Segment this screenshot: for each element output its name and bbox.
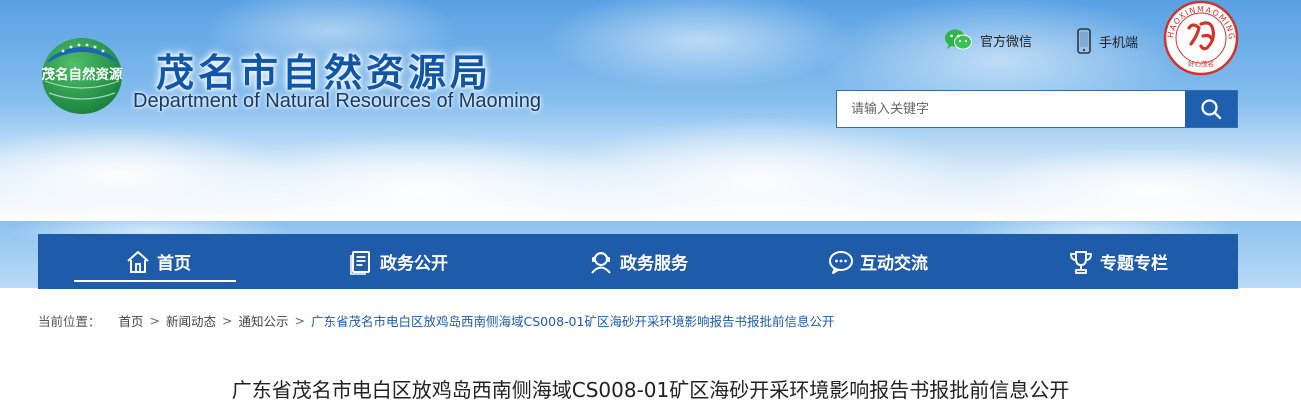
breadcrumb-label: 当前位置： [38, 314, 101, 329]
nav-label-government-affairs-public: 政务公开 [380, 254, 448, 274]
wechat-icon [945, 29, 972, 50]
search-button[interactable] [1185, 91, 1237, 127]
breadcrumb-separator: > [294, 313, 306, 328]
nav-item-government-affairs-public[interactable]: 政务公开 [278, 234, 518, 289]
mobile-link[interactable]: 手机端 [1077, 28, 1138, 54]
department-emblem-logo[interactable]: 茂名自然资源 [41, 37, 123, 115]
wechat-label: 官方微信 [980, 34, 1033, 50]
trophy-icon [1070, 250, 1092, 274]
nav-label-home: 首页 [157, 254, 191, 274]
breadcrumb: 当前位置： 首页 > 新闻动态 > 通知公示 > 广东省茂名市电白区放鸡岛西南侧… [38, 311, 834, 330]
emblem-text: 茂名自然资源 [42, 66, 123, 83]
nav-item-home[interactable]: 首页 [38, 234, 278, 289]
site-title[interactable]: 茂名市自然资源局 [156, 42, 492, 97]
nav-item-interaction[interactable]: 互动交流 [758, 234, 998, 289]
search-box [836, 90, 1238, 128]
seal-bottom-text: 好心茂名 [1188, 59, 1214, 68]
site-subtitle: Department of Natural Resources of Maomi… [133, 90, 541, 112]
service-person-icon [591, 251, 611, 274]
nav-item-special-topics[interactable]: 专题专栏 [998, 234, 1238, 289]
wechat-link[interactable]: 官方微信 [944, 28, 1032, 52]
breadcrumb-current-page[interactable]: 广东省茂名市电白区放鸡岛西南侧海域CS008-01矿区海砂开采环境影响报告书报批… [311, 311, 834, 330]
article-title: 广东省茂名市电白区放鸡岛西南侧海域CS008-01矿区海砂开采环境影响报告书报批… [231, 378, 1070, 402]
nav-label-government-services: 政务服务 [620, 254, 688, 274]
search-input[interactable] [837, 91, 1185, 127]
chat-bubble-icon [829, 250, 853, 274]
document-icon [350, 250, 370, 275]
breadcrumb-separator: > [149, 313, 161, 328]
mobile-label: 手机端 [1099, 35, 1139, 51]
breadcrumb-link-notices[interactable]: 通知公示 [239, 311, 289, 330]
mobile-phone-icon [1077, 28, 1091, 54]
breadcrumb-link-home[interactable]: 首页 [119, 311, 144, 330]
nav-label-special-topics: 专题专栏 [1100, 254, 1168, 274]
nav-item-government-services[interactable]: 政务服务 [518, 234, 758, 289]
search-icon [1201, 99, 1222, 120]
nav-label-interaction: 互动交流 [860, 254, 928, 274]
haoxin-maoming-seal-logo: HAOXINMAOMING 好心茂名 [1163, 0, 1239, 76]
main-navigation: 首页 政务公开 政务服务 互动交流 专题专栏 [38, 234, 1238, 289]
breadcrumb-separator: > [222, 313, 233, 328]
home-icon [127, 250, 149, 273]
breadcrumb-link-news[interactable]: 新闻动态 [166, 311, 216, 330]
